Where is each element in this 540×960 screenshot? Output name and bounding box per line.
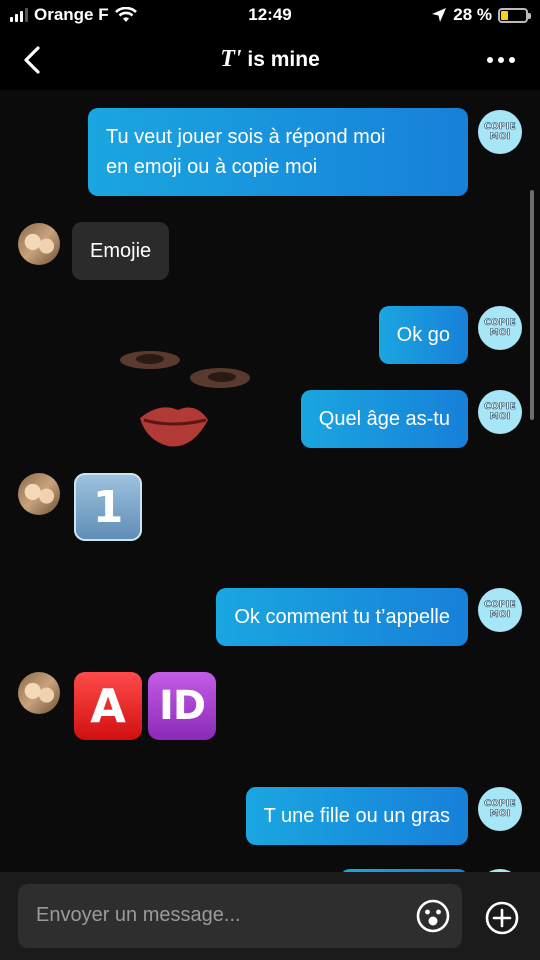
bot-avatar-line: COPIE bbox=[484, 402, 516, 413]
message-text: Quel âge as-tu bbox=[318, 408, 450, 430]
contact-avatar[interactable] bbox=[18, 473, 60, 515]
emoji-glyph: 1 bbox=[92, 481, 124, 533]
bot-avatar[interactable]: COPIE MOI bbox=[478, 110, 522, 154]
chat-header: T' is mine bbox=[0, 32, 540, 88]
bot-avatar[interactable]: COPIE MOI bbox=[478, 588, 522, 632]
letter-a-emoji[interactable]: A bbox=[74, 672, 142, 740]
id-button-emoji[interactable]: ID bbox=[148, 672, 216, 740]
location-arrow-icon bbox=[432, 8, 447, 22]
ellipsis-dot bbox=[498, 57, 504, 63]
plus-circle-icon bbox=[485, 901, 519, 935]
message-text-line: Tu veut jouer sois à répond moi bbox=[106, 126, 386, 148]
status-right: 28 % bbox=[431, 5, 531, 25]
bot-avatar-line: MOI bbox=[489, 610, 511, 621]
battery-icon bbox=[498, 7, 531, 23]
more-options-button[interactable] bbox=[484, 50, 518, 70]
keycap-one-emoji[interactable]: 1 bbox=[74, 473, 142, 541]
bot-avatar-line: COPIE bbox=[484, 122, 516, 133]
bot-avatar-line: MOI bbox=[489, 412, 511, 423]
face-sticker[interactable] bbox=[112, 340, 252, 455]
smiley-icon bbox=[416, 899, 450, 933]
bot-avatar[interactable]: COPIE MOI bbox=[478, 306, 522, 350]
status-bar: Orange F 12:49 28 % bbox=[0, 0, 540, 32]
contact-avatar[interactable] bbox=[18, 672, 60, 714]
chat-title: T' is mine bbox=[0, 46, 540, 73]
chat-title-prefix: T' bbox=[220, 46, 242, 72]
bot-avatar-line: MOI bbox=[489, 328, 511, 339]
contact-avatar[interactable] bbox=[18, 223, 60, 265]
message-text: T une fille ou un gras bbox=[263, 805, 450, 827]
outgoing-message[interactable]: Quel âge as-tu bbox=[300, 390, 468, 448]
composer-bar: Envoyer un message... bbox=[0, 872, 540, 960]
message-input[interactable]: Envoyer un message... bbox=[18, 884, 462, 948]
emoji-glyph: ID bbox=[158, 683, 206, 729]
emoji-button[interactable] bbox=[415, 898, 451, 934]
bot-avatar-line: COPIE bbox=[484, 318, 516, 329]
message-text-line: en emoji ou à copie moi bbox=[106, 156, 318, 178]
message-text: Ok go bbox=[396, 324, 450, 346]
bot-avatar[interactable]: COPIE MOI bbox=[478, 787, 522, 831]
chat-title-text: is mine bbox=[247, 48, 320, 71]
chevron-left-icon bbox=[24, 46, 40, 74]
incoming-message[interactable]: Emojie bbox=[72, 222, 170, 280]
battery-percent: 28 % bbox=[453, 5, 492, 24]
ellipsis-dot bbox=[509, 57, 515, 63]
bot-avatar-line: COPIE bbox=[484, 600, 516, 611]
message-text: Ok comment tu t’appelle bbox=[234, 606, 450, 628]
bot-avatar-line: COPIE bbox=[484, 799, 516, 810]
ellipsis-icon bbox=[487, 57, 493, 63]
bot-avatar[interactable]: COPIE MOI bbox=[478, 390, 522, 434]
outgoing-message[interactable]: Ok comment tu t’appelle bbox=[216, 588, 468, 646]
outgoing-message[interactable]: T une fille ou un gras bbox=[245, 787, 468, 845]
message-text: Emojie bbox=[90, 240, 152, 262]
bot-avatar-line: MOI bbox=[489, 132, 511, 143]
emoji-glyph: A bbox=[90, 679, 126, 733]
outgoing-message[interactable]: Ok go bbox=[378, 306, 468, 364]
back-button[interactable] bbox=[18, 42, 52, 78]
add-button[interactable] bbox=[484, 900, 520, 936]
scrollbar-thumb[interactable] bbox=[530, 190, 534, 420]
message-input-placeholder: Envoyer un message... bbox=[36, 904, 241, 926]
bot-avatar-line: MOI bbox=[489, 809, 511, 820]
outgoing-message[interactable]: Tu veut jouer sois à répond moi en emoji… bbox=[88, 108, 468, 196]
message-list[interactable]: Tu veut jouer sois à répond moi en emoji… bbox=[0, 90, 540, 872]
battery-level bbox=[501, 10, 509, 20]
